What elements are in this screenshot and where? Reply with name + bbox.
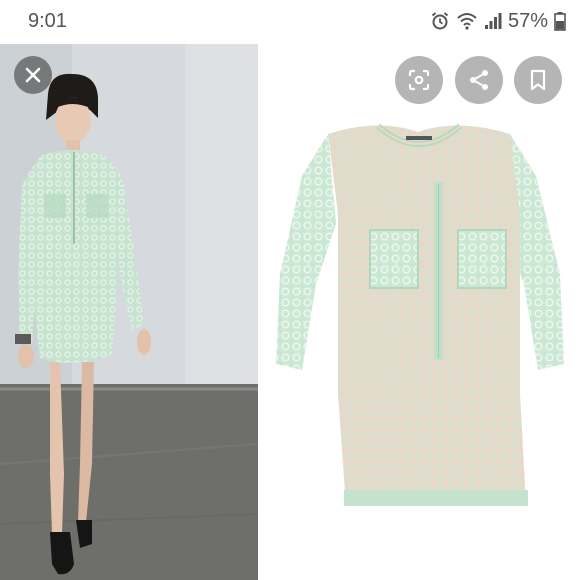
status-time: 9:01	[28, 10, 67, 32]
wifi-icon	[457, 13, 477, 30]
bookmark-button[interactable]	[514, 56, 562, 104]
status-bar: 9:01 57%	[0, 0, 580, 44]
status-icons: 57%	[430, 8, 566, 34]
battery-icon	[554, 12, 566, 31]
close-button[interactable]	[14, 56, 52, 94]
signal-icon	[484, 13, 502, 29]
share-icon	[470, 70, 488, 90]
share-button[interactable]	[455, 56, 503, 104]
product-photo-illustration	[276, 123, 564, 506]
close-icon	[25, 67, 41, 83]
alarm-icon	[431, 12, 449, 30]
lens-icon	[408, 69, 430, 91]
lens-button[interactable]	[395, 56, 443, 104]
product-photo[interactable]	[258, 44, 580, 580]
battery-percentage: 57%	[507, 9, 548, 32]
runway-model-photo[interactable]	[0, 44, 258, 580]
bookmark-icon	[530, 69, 546, 91]
runway-photo-illustration	[0, 44, 258, 580]
